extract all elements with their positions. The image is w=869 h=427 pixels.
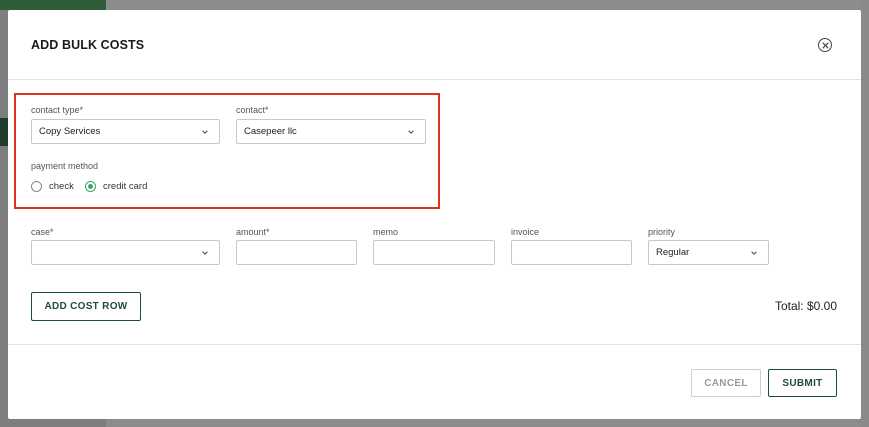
memo-label: memo [373,227,399,237]
payment-credit-card-label: credit card [103,181,148,192]
background-topbar [0,0,106,10]
payment-method-label: payment method [31,161,99,171]
contact-type-select[interactable]: Copy Services [31,119,220,144]
priority-label: priority [648,227,676,237]
contact-type-label: contact type* [31,105,84,115]
contact-select[interactable]: Casepeer llc [236,119,426,144]
add-bulk-costs-modal: ADD BULK COSTS contact type* Copy Servic… [8,10,861,419]
chevron-down-icon [408,130,414,134]
add-cost-row-button[interactable]: ADD COST ROW [31,292,141,321]
priority-value: Regular [656,247,690,258]
memo-input[interactable] [373,240,495,265]
case-label: case* [31,227,54,237]
total-amount: Total: $0.00 [774,299,837,313]
close-icon[interactable] [818,38,832,52]
chevron-down-icon [751,251,757,255]
payment-check-radio[interactable] [31,181,42,192]
cancel-button[interactable]: CANCEL [691,369,761,397]
priority-select[interactable]: Regular [648,240,769,265]
chevron-down-icon [202,251,208,255]
amount-input[interactable] [236,240,357,265]
background-right-panel [861,0,869,427]
invoice-input[interactable] [511,240,632,265]
contact-type-value: Copy Services [39,126,101,137]
payment-credit-card-radio[interactable] [85,181,96,192]
contact-value: Casepeer llc [244,126,297,137]
modal-header: ADD BULK COSTS [8,10,861,80]
amount-label: amount* [236,227,270,237]
case-select[interactable] [31,240,220,265]
modal-title: ADD BULK COSTS [31,38,145,52]
footer-divider [8,344,861,345]
chevron-down-icon [202,130,208,134]
payment-check-label: check [49,181,74,192]
invoice-label: invoice [511,227,540,237]
contact-label: contact* [236,105,269,115]
submit-button[interactable]: SUBMIT [768,369,837,397]
